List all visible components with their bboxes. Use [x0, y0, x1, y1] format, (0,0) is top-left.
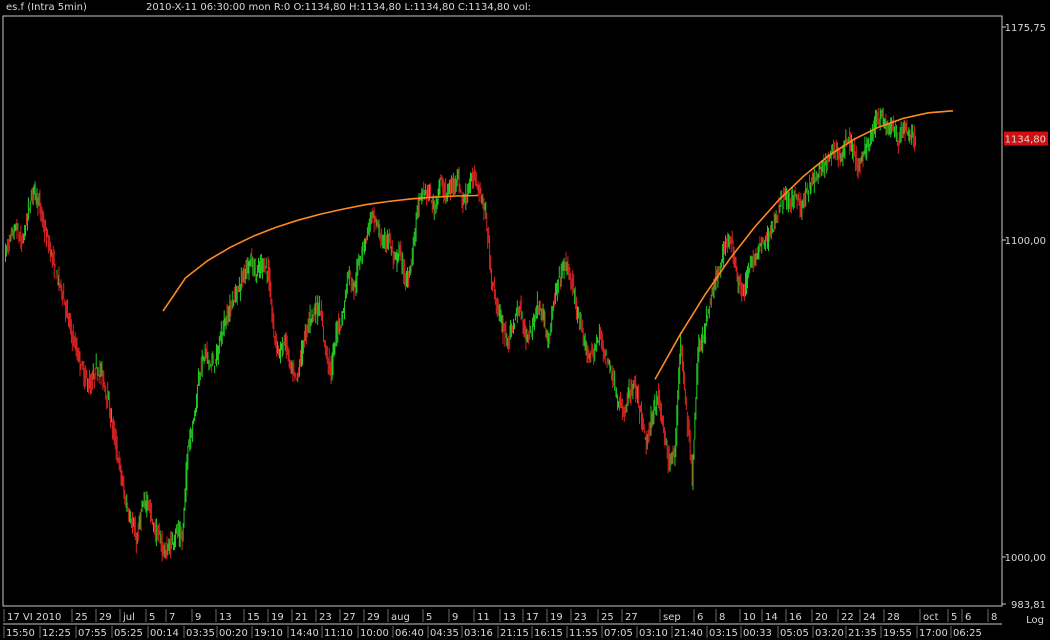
x-date-label: 20	[815, 612, 828, 623]
x-date-label: 9	[452, 612, 458, 623]
x-date-label: 8	[991, 612, 997, 623]
x-time-label: 03:10	[639, 628, 668, 639]
current-price-label: 1134,80	[1005, 135, 1046, 146]
x-date-label: 6	[965, 612, 971, 623]
x-date-label: 11	[477, 612, 490, 623]
x-date-label: 24	[863, 612, 876, 623]
x-date-label: 25	[601, 612, 614, 623]
x-time-label: 21:40	[674, 628, 703, 639]
x-date-label: 15	[247, 612, 260, 623]
y-tick-label: 983,81	[1011, 600, 1046, 611]
x-time-label: 21:35	[848, 628, 877, 639]
plot-border	[2, 15, 1003, 607]
x-time-label: 03:35	[186, 628, 215, 639]
x-date-label: 7	[169, 612, 175, 623]
log-scale-label: Log	[1026, 615, 1044, 626]
x-time-label: 03:16	[464, 628, 493, 639]
x-time-label: 03:20	[815, 628, 844, 639]
x-time-label: 15:50	[6, 628, 35, 639]
x-time-label: 11:10	[324, 628, 353, 639]
x-date-label: 19	[550, 612, 563, 623]
y-axis: 1175,75 1100,00 1000,00 983,81 1134,80 Log	[1002, 23, 1048, 626]
x-date-label: 17 VI 2010	[7, 612, 61, 623]
x-time-label: 07:55	[78, 628, 107, 639]
price-series	[5, 107, 916, 562]
x-time-label: 00:14	[150, 628, 179, 639]
x-time-label: 04:35	[430, 628, 459, 639]
x-date-label: oct	[923, 612, 939, 623]
x-date-label: 28	[887, 612, 900, 623]
x-date-label: 13	[503, 612, 516, 623]
x-time-label: 19:55	[883, 628, 912, 639]
x-date-label: 27	[625, 612, 638, 623]
x-date-label: 25	[75, 612, 88, 623]
x-date-label: 5	[951, 612, 957, 623]
x-time-label: 03:15	[709, 628, 738, 639]
x-date-label: 14	[765, 612, 778, 623]
x-time-label: 06:25	[953, 628, 982, 639]
x-time-label: 05:25	[114, 628, 143, 639]
x-date-label: aug	[391, 612, 410, 623]
x-date-label: 10	[743, 612, 756, 623]
x-date-label: 16	[789, 612, 802, 623]
x-date-label: 13	[219, 612, 232, 623]
x-date-label: 5	[426, 612, 432, 623]
x-date-label: sep	[663, 612, 681, 623]
x-time-label: 05:05	[780, 628, 809, 639]
fit-curves	[162, 110, 954, 380]
x-date-label: 23	[319, 612, 332, 623]
x-time-label: 00:20	[219, 628, 248, 639]
x-time-label: 16:15	[534, 628, 563, 639]
y-tick-label: 1100,00	[1005, 236, 1046, 247]
x-date-label: 8	[719, 612, 725, 623]
x-date-label: 29	[99, 612, 112, 623]
x-time-label: 21:15	[500, 628, 529, 639]
x-time-label: 17:00	[919, 628, 948, 639]
y-tick-label: 1175,75	[1005, 23, 1046, 34]
x-time-label: 00:33	[743, 628, 772, 639]
x-date-label: 17	[526, 612, 539, 623]
x-time-label: 07:05	[604, 628, 633, 639]
x-time-label: 14:40	[290, 628, 319, 639]
x-date-label: 22	[841, 612, 854, 623]
x-date-label: jul	[122, 612, 135, 623]
y-tick-label: 1000,00	[1005, 553, 1046, 564]
x-date-label: 6	[697, 612, 703, 623]
x-time-label: 06:40	[395, 628, 424, 639]
x-date-label: 5	[149, 612, 155, 623]
x-time-label: 19:10	[254, 628, 283, 639]
fit-curve-1	[162, 194, 479, 312]
x-time-label: 12:25	[42, 628, 71, 639]
x-time-label: 11:55	[569, 628, 598, 639]
x-date-label: 19	[271, 612, 284, 623]
x-date-label: 21	[295, 612, 308, 623]
x-date-label: 29	[367, 612, 380, 623]
price-chart[interactable]: 1175,75 1100,00 1000,00 983,81 1134,80 Log 17…	[0, 0, 1050, 640]
x-date-label: 27	[343, 612, 356, 623]
x-date-label: 23	[574, 612, 587, 623]
x-time-label: 10:00	[360, 628, 389, 639]
x-date-label: 9	[195, 612, 201, 623]
